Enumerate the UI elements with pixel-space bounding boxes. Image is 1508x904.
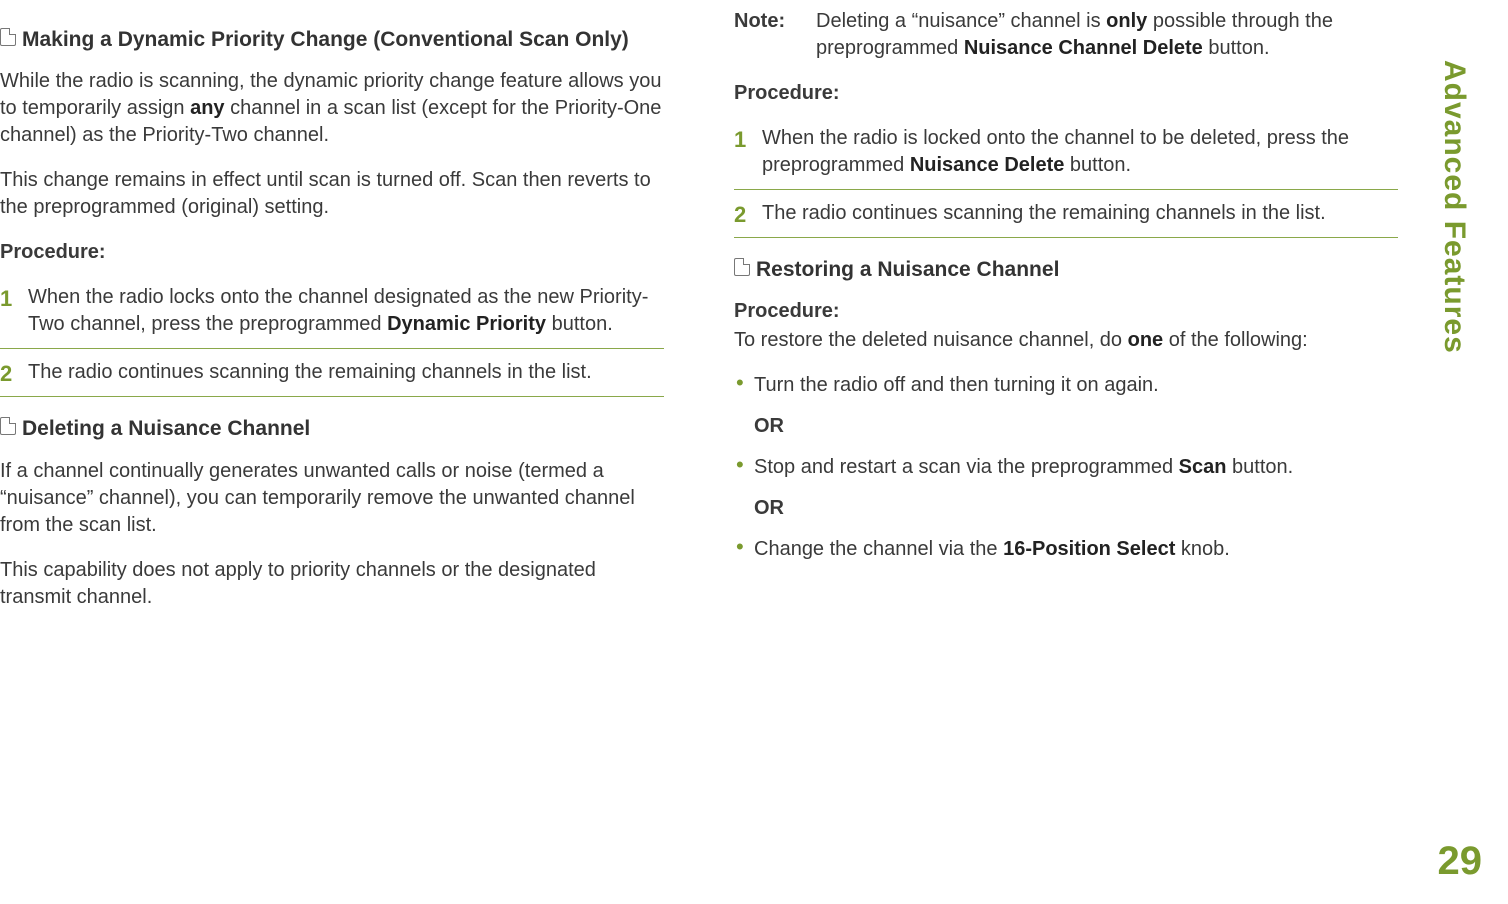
text: button. <box>1064 154 1131 176</box>
text: Deleting a “nuisance” channel is <box>816 10 1106 32</box>
bold-text: 16-Position Select <box>1003 538 1175 560</box>
bullet-list: Turn the radio off and then turning it o… <box>734 372 1398 405</box>
procedure-steps: When the radio is locked onto the channe… <box>734 115 1398 238</box>
bold-text: any <box>190 97 224 119</box>
paragraph: This change remains in effect until scan… <box>0 167 664 221</box>
page-number: 29 <box>1438 834 1483 888</box>
paragraph: While the radio is scanning, the dynamic… <box>0 68 664 149</box>
step: The radio continues scanning the remaini… <box>0 349 664 397</box>
paragraph: To restore the deleted nuisance channel,… <box>734 327 1398 354</box>
list-item: Change the channel via the 16-Position S… <box>734 536 1398 569</box>
list-item: Stop and restart a scan via the preprogr… <box>734 454 1398 487</box>
document-icon <box>0 28 16 46</box>
step: When the radio locks onto the channel de… <box>0 274 664 349</box>
text: knob. <box>1175 538 1229 560</box>
step: The radio continues scanning the remaini… <box>734 190 1398 238</box>
document-icon <box>0 417 16 435</box>
bold-text: Nuisance Delete <box>910 154 1065 176</box>
procedure-label: Procedure: <box>0 239 664 266</box>
heading-delete-nuisance: Deleting a Nuisance Channel <box>0 415 664 443</box>
step: When the radio is locked onto the channe… <box>734 115 1398 190</box>
text: button. <box>1226 456 1293 478</box>
note-body: Deleting a “nuisance” channel is only po… <box>816 8 1398 62</box>
procedure-label: Procedure: <box>734 298 1398 325</box>
bold-text: only <box>1106 10 1147 32</box>
note-row: Note: Deleting a “nuisance” channel is o… <box>734 8 1398 62</box>
section-dynamic-priority: Making a Dynamic Priority Change (Conven… <box>0 26 664 397</box>
side-chapter-title: Advanced Features <box>1434 60 1475 354</box>
procedure-steps: When the radio locks onto the channel de… <box>0 274 664 397</box>
paragraph: This capability does not apply to priori… <box>0 557 664 611</box>
heading-dynamic-priority: Making a Dynamic Priority Change (Conven… <box>0 26 664 54</box>
text: button. <box>1203 37 1270 59</box>
text: To restore the deleted nuisance channel,… <box>734 329 1128 351</box>
text: Stop and restart a scan via the preprogr… <box>754 456 1179 478</box>
text: Change the channel via the <box>754 538 1003 560</box>
section-restore-nuisance: Restoring a Nuisance Channel Procedure: … <box>734 256 1398 569</box>
bullet-list: Stop and restart a scan via the preprogr… <box>734 454 1398 487</box>
bold-text: Nuisance Channel Delete <box>964 37 1203 59</box>
heading-text: Deleting a Nuisance Channel <box>22 415 664 443</box>
document-icon <box>734 258 750 276</box>
paragraph: If a channel continually generates unwan… <box>0 458 664 539</box>
bold-text: one <box>1128 329 1164 351</box>
or-separator: OR <box>754 413 1398 440</box>
heading-text: Making a Dynamic Priority Change (Conven… <box>22 26 664 54</box>
list-item: Turn the radio off and then turning it o… <box>734 372 1398 405</box>
bold-text: Scan <box>1179 456 1227 478</box>
procedure-label: Procedure: <box>734 80 1398 107</box>
text: button. <box>546 313 613 335</box>
section-delete-nuisance: Deleting a Nuisance Channel If a channel… <box>0 415 664 610</box>
note-block: Note: Deleting a “nuisance” channel is o… <box>734 8 1398 238</box>
heading-restore-nuisance: Restoring a Nuisance Channel <box>734 256 1398 284</box>
bullet-list: Change the channel via the 16-Position S… <box>734 536 1398 569</box>
page-columns: Making a Dynamic Priority Change (Conven… <box>0 0 1508 788</box>
heading-text: Restoring a Nuisance Channel <box>756 256 1398 284</box>
text: of the following: <box>1163 329 1308 351</box>
or-separator: OR <box>754 495 1398 522</box>
note-label: Note: <box>734 8 816 35</box>
bold-text: Dynamic Priority <box>387 313 546 335</box>
